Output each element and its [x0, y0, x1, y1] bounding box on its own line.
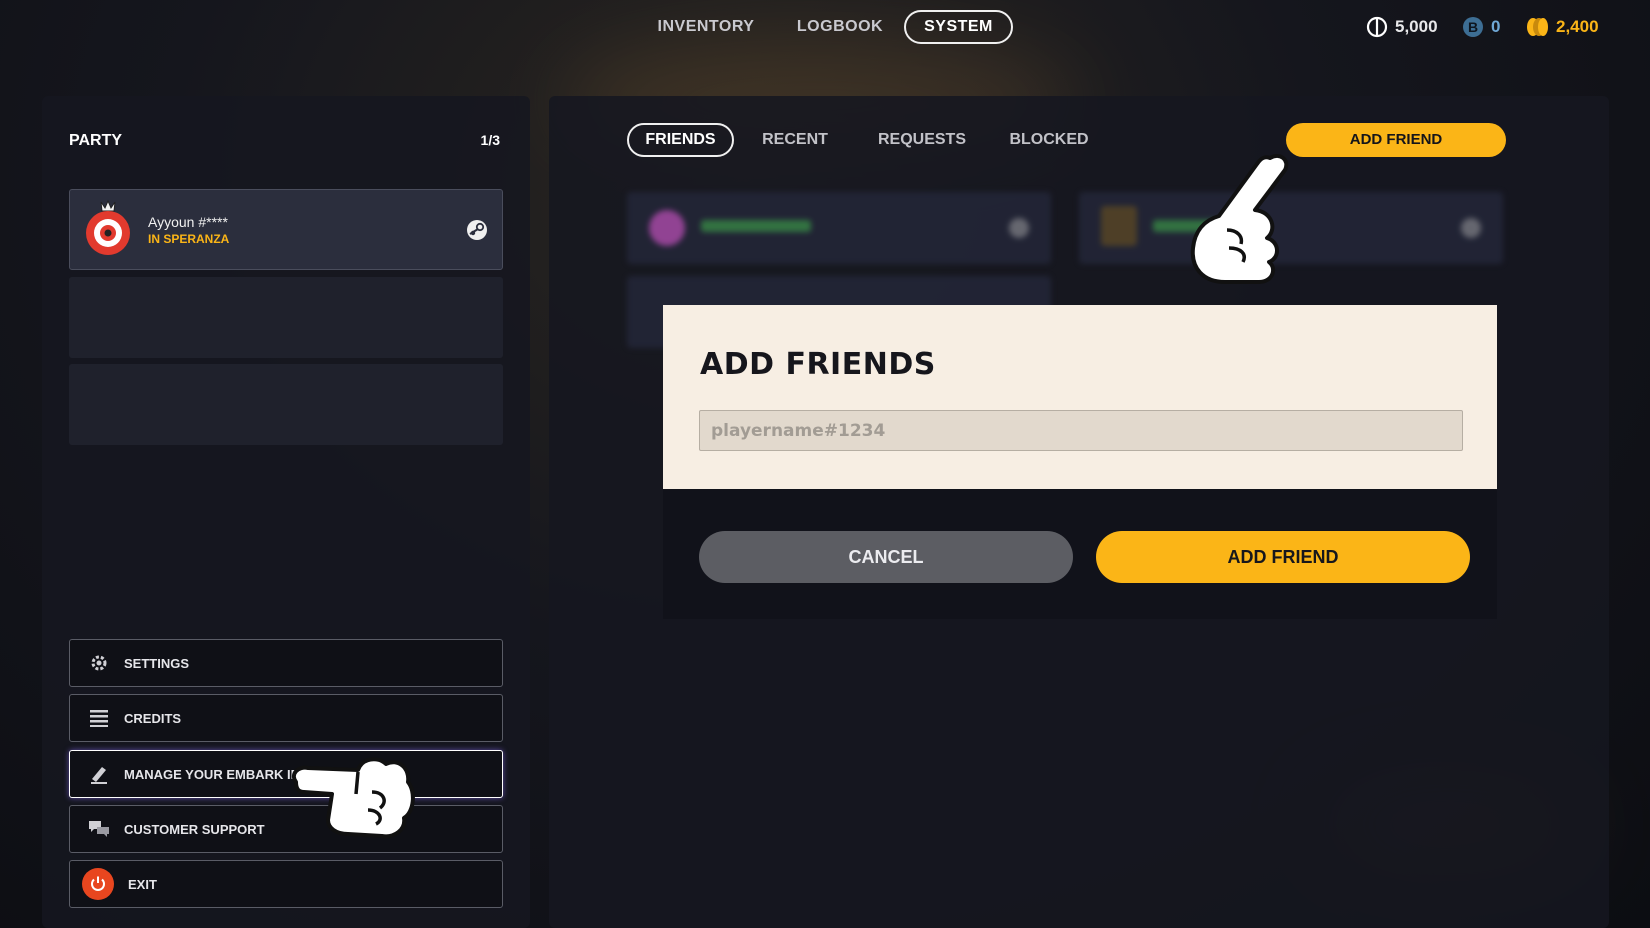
edit-icon: [88, 763, 110, 785]
settings-button[interactable]: SETTINGS: [69, 639, 503, 687]
power-icon: [82, 868, 114, 900]
credits-label: CREDITS: [124, 710, 182, 726]
pointing-hand-icon: [1190, 153, 1289, 284]
currency-coins: 5,000: [1366, 14, 1438, 40]
party-panel: PARTY 1/3 Ayyoun #**** IN SPERANZA SETTI…: [42, 96, 530, 928]
manage-embark-id-label: MANAGE YOUR EMBARK ID: [124, 766, 300, 782]
player-name-input[interactable]: [699, 410, 1463, 451]
member-name: Ayyoun #****: [148, 214, 228, 230]
avatar: [86, 199, 130, 255]
party-member-card[interactable]: Ayyoun #**** IN SPERANZA: [69, 189, 503, 270]
confirm-add-friend-button[interactable]: ADD FRIEND: [1096, 531, 1470, 583]
tab-requests[interactable]: REQUESTS: [861, 123, 983, 157]
currency-coins-value: 5,000: [1395, 17, 1438, 36]
customer-support-label: CUSTOMER SUPPORT: [124, 821, 265, 837]
tab-blocked[interactable]: BLOCKED: [994, 123, 1104, 157]
tab-inventory[interactable]: INVENTORY: [645, 10, 767, 44]
b-token-icon: B: [1463, 17, 1483, 37]
party-title: PARTY: [69, 132, 123, 149]
settings-label: SETTINGS: [124, 655, 190, 671]
credits-button[interactable]: CREDITS: [69, 694, 503, 742]
currency-gold: 2,400: [1525, 14, 1599, 40]
customer-support-button[interactable]: CUSTOMER SUPPORT: [69, 805, 503, 853]
vbucks-coin-icon: [1366, 16, 1388, 38]
chat-icon: [88, 818, 110, 840]
empty-party-slot: [69, 364, 503, 445]
tab-friends[interactable]: FRIENDS: [627, 123, 734, 157]
cancel-button[interactable]: CANCEL: [699, 531, 1073, 583]
svg-text:B: B: [1468, 19, 1478, 35]
exit-button[interactable]: EXIT: [69, 860, 503, 908]
party-count: 1/3: [480, 132, 500, 148]
gear-icon: [88, 652, 110, 674]
dialog-title: ADD FRIENDS: [700, 347, 936, 382]
add-friends-dialog: ADD FRIENDS: [663, 305, 1497, 489]
empty-party-slot: [69, 277, 503, 358]
tab-system[interactable]: SYSTEM: [904, 10, 1013, 44]
add-friend-button[interactable]: ADD FRIEND: [1286, 123, 1506, 157]
list-icon: [88, 707, 110, 729]
currency-gold-value: 2,400: [1556, 17, 1599, 36]
tab-recent[interactable]: RECENT: [747, 123, 843, 157]
member-status: IN SPERANZA: [148, 232, 230, 246]
friend-card: [627, 192, 1051, 264]
gold-coins-icon: [1527, 18, 1548, 36]
exit-label: EXIT: [128, 876, 157, 892]
pointing-hand-icon: [291, 757, 415, 839]
currency-tokens-value: 0: [1491, 17, 1501, 36]
dialog-actions: CANCEL ADD FRIEND: [663, 489, 1497, 619]
currency-tokens: B 0: [1462, 14, 1500, 40]
tab-logbook[interactable]: LOGBOOK: [785, 10, 895, 44]
steam-icon: [467, 220, 487, 240]
manage-embark-id-button[interactable]: MANAGE YOUR EMBARK ID: [69, 750, 503, 798]
